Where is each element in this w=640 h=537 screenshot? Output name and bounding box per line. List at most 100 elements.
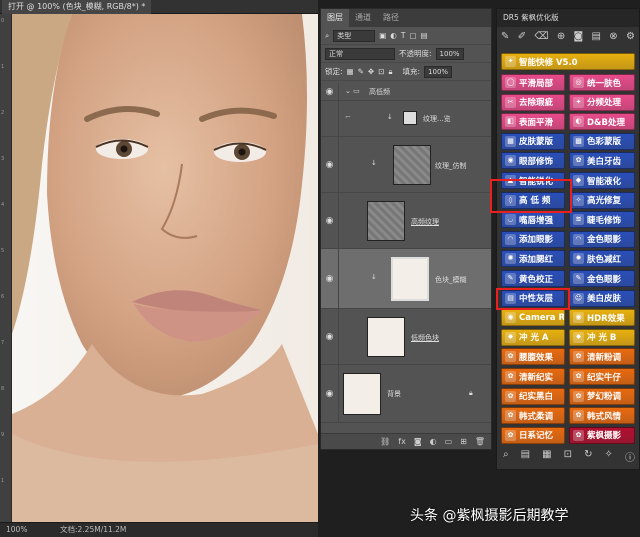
blend-mode-select[interactable]: 正常 <box>325 47 395 60</box>
lock-pixels-icon[interactable]: ▦ <box>347 67 354 76</box>
dr5-button[interactable]: ✂ 去除瑕疵 <box>501 93 565 111</box>
dr5-button[interactable]: ▲ 智能锐化 <box>501 172 565 189</box>
folder-icon[interactable]: ▭ <box>445 437 453 446</box>
zoom-level[interactable]: 100% <box>6 523 27 537</box>
settings-icon[interactable]: ⚙ <box>626 31 635 51</box>
dr5-button[interactable]: ◎ 统一肤色 <box>569 74 635 91</box>
dr5-button[interactable]: ✦ 分频处理 <box>569 93 635 111</box>
search-icon[interactable]: ⌕ <box>503 449 509 464</box>
dr5-button[interactable]: ◠ 金色眼影 <box>569 230 635 248</box>
tab-layers[interactable]: 图层 <box>321 9 349 27</box>
eye-icon[interactable]: ◉ <box>321 193 339 248</box>
eye-icon[interactable]: ◉ <box>321 365 339 422</box>
link-icon[interactable]: ⛓︎ <box>380 437 390 446</box>
layer-row-group[interactable]: ◉ ⌄ ▭ 高低频 <box>321 83 491 101</box>
layer-row-blur-selected[interactable]: ◉ ↓ 色块_模糊 <box>321 249 491 309</box>
dr5-button[interactable]: ◉ 眼部修饰 <box>501 152 565 170</box>
dr5-button[interactable]: ✿ 日系记忆 <box>501 426 565 444</box>
trash-icon[interactable]: 🗑︎ <box>475 437 485 446</box>
dr5-button[interactable]: ◧ 表面平滑 <box>501 113 565 131</box>
dr5-button[interactable]: ✿ 韩式柔调 <box>501 407 565 425</box>
adjustment-layer-icon[interactable]: ◐ <box>430 437 437 446</box>
dr5-button[interactable]: ✿ 紫枫摄影 <box>569 426 635 444</box>
tab-channels[interactable]: 通道 <box>349 9 377 27</box>
dr5-button[interactable]: ▦ 皮肤蒙版 <box>501 132 565 150</box>
dr5-button[interactable]: ≋ 睫毛修饰 <box>569 211 635 229</box>
dr5-button[interactable]: ✹ 肤色减红 <box>569 250 635 268</box>
dr5-button[interactable]: ✎ 金色眼影 <box>569 270 635 287</box>
filter-shape-icon[interactable]: ▢ <box>409 31 416 40</box>
dr5-button[interactable]: ✧ 高光修复 <box>569 191 635 209</box>
dr5-button[interactable]: ✎ 黄色校正 <box>501 270 565 287</box>
dr5-button[interactable]: ✺ 添加腮红 <box>501 250 565 268</box>
dr5-button[interactable]: ◆ 智能液化 <box>569 172 635 189</box>
tab-paths[interactable]: 路径 <box>377 9 405 27</box>
layer-row-highfreq[interactable]: ◉ 高频纹理 <box>321 193 491 249</box>
filter-smart-icon[interactable]: ▤ <box>421 31 428 40</box>
grid-icon[interactable]: ▦ <box>542 449 551 464</box>
canvas[interactable] <box>12 14 318 522</box>
opacity-input[interactable]: 100% <box>435 47 464 60</box>
mask-tool-icon[interactable]: ◙ <box>574 31 584 51</box>
dr5-button[interactable]: ◠ 添加眼影 <box>501 230 565 248</box>
layer-row-lowfreq[interactable]: ◉ 低频色块 <box>321 309 491 365</box>
dr5-button[interactable]: ◉ HDR效果 <box>569 309 635 327</box>
chevron-down-icon[interactable]: ⌄ ▭ <box>345 87 360 95</box>
search-icon: ⌕ <box>325 30 330 40</box>
dr5-button[interactable]: ✦ 智能快修 V5.0 <box>501 53 635 70</box>
dr5-button[interactable]: ✿ 清新粉调 <box>569 348 635 366</box>
dr5-button[interactable]: ✿ 清新纪实 <box>501 368 565 385</box>
pen-icon[interactable]: ✐ <box>518 31 526 51</box>
fx-icon[interactable]: fx <box>398 437 406 446</box>
layers-icon[interactable]: ▤ <box>521 449 530 464</box>
dr5-button[interactable]: ✿ 美白牙齿 <box>569 152 635 170</box>
layer-row-background[interactable]: ◉ 背景 🔒︎ <box>321 365 491 423</box>
eraser-icon[interactable]: ⌫ <box>534 31 548 51</box>
close-tool-icon[interactable]: ⊗ <box>609 31 617 51</box>
layer-filter-select[interactable]: 类型 <box>333 29 376 42</box>
layer-row-clone[interactable]: ◉ ↓ 纹理_仿制 <box>321 137 491 193</box>
dr5-button[interactable]: ✿ 梦幻粉调 <box>569 387 635 405</box>
dr5-button-label: 金色眼影 <box>587 274 622 285</box>
layer-thumbnail <box>403 111 417 125</box>
dr5-button[interactable]: ▩ 色彩蒙版 <box>569 132 635 150</box>
dr5-button[interactable]: ◯ 平滑局部 <box>501 74 565 91</box>
stamp-icon[interactable]: ⊕ <box>557 31 565 51</box>
crop-icon[interactable]: ⊡ <box>564 449 572 464</box>
dr5-button[interactable]: ◐ D&B处理 <box>569 113 635 131</box>
eye-icon[interactable]: ◉ <box>321 137 339 192</box>
lock-all-icon[interactable]: 🔒︎ <box>389 67 393 77</box>
filter-type-icon[interactable]: T <box>401 31 406 40</box>
fill-input[interactable]: 100% <box>424 65 453 78</box>
eye-icon[interactable]: ◉ <box>321 309 339 364</box>
lock-artboard-icon[interactable]: ⊡ <box>378 67 384 76</box>
info-icon[interactable]: ⓘ <box>625 449 635 464</box>
dr5-button[interactable]: ◉Camera Raw <box>501 309 565 327</box>
eye-icon[interactable]: ◉ <box>321 83 339 100</box>
lock-position-icon[interactable]: ✥ <box>368 67 374 76</box>
eye-icon-off[interactable] <box>321 101 339 136</box>
dr5-button[interactable]: ✿ 纪实黑白 <box>501 387 565 405</box>
dr5-button[interactable]: ◊ 高 低 频 <box>501 191 565 209</box>
filter-adjust-icon[interactable]: ◐ <box>390 31 397 40</box>
dr5-button[interactable]: ✿ 纪实牛仔 <box>569 368 635 385</box>
dr5-button[interactable]: ◡ 嘴唇增强 <box>501 211 565 229</box>
rotate-icon[interactable]: ↻ <box>584 449 592 464</box>
mask-icon[interactable]: ◙ <box>414 437 422 446</box>
dr5-button[interactable]: ✸ 冲 光 B <box>569 328 635 346</box>
brush-icon[interactable]: ✎ <box>501 31 509 51</box>
dr5-button-label: 嘴唇增强 <box>519 215 554 226</box>
dr5-button[interactable]: ✸ 冲 光 A <box>501 328 565 346</box>
new-layer-icon[interactable]: ⊞ <box>460 437 467 446</box>
filter-pixel-icon[interactable]: ▣ <box>379 31 386 40</box>
eye-icon[interactable]: ◉ <box>321 249 339 308</box>
dr5-button[interactable]: ✿ 韩式风情 <box>569 407 635 425</box>
document-tab[interactable]: 打开 @ 100% (色块_模糊, RGB/8*) * <box>2 0 152 14</box>
dr5-button[interactable]: ▤ 中性灰层 <box>501 289 565 307</box>
layer-row-adjust[interactable]: ⌐ ↓ 纹理...览 <box>321 101 491 137</box>
lock-paint-icon[interactable]: ✎ <box>358 67 364 76</box>
layer-tool-icon[interactable]: ▤ <box>592 31 601 51</box>
dr5-button[interactable]: ☺ 美白皮肤 <box>569 289 635 307</box>
dr5-button[interactable]: ✿ 腰腹效果 <box>501 348 565 366</box>
pin-icon[interactable]: ✧ <box>605 449 613 464</box>
